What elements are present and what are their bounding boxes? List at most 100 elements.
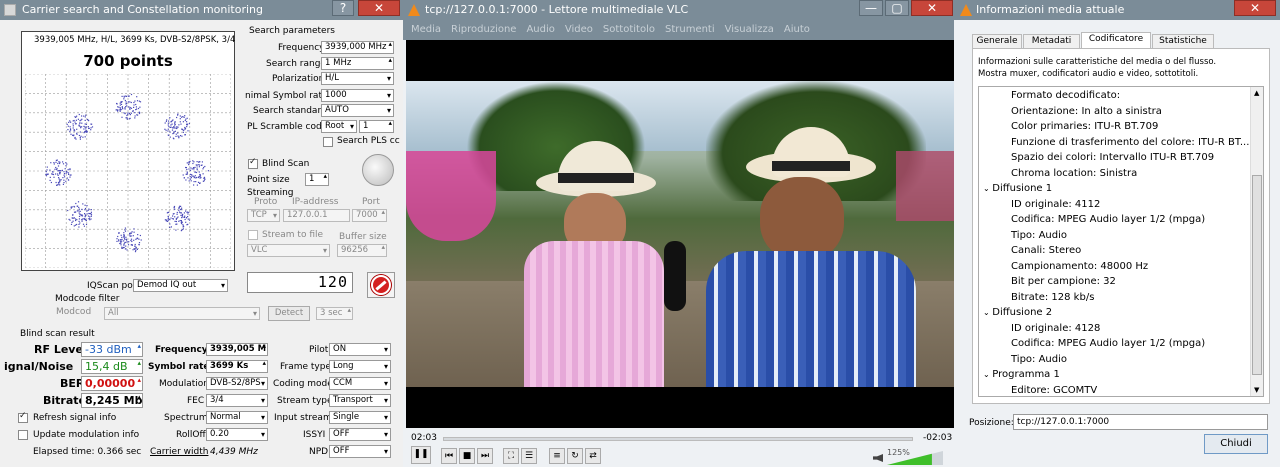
iqscan-select[interactable]: Demod IQ out — [133, 279, 228, 292]
col3-value-1[interactable]: Long — [329, 360, 391, 373]
col3-value-6[interactable]: OFF — [329, 445, 391, 458]
search-standard-select[interactable]: AUTO — [321, 104, 394, 117]
tree-item[interactable]: Bit per campione: 32 — [979, 274, 1249, 290]
chiudi-button[interactable]: Chiudi — [1204, 434, 1268, 454]
tree-item[interactable]: ID originale: 4112 — [979, 197, 1249, 213]
buffer-size-input[interactable]: 96256 — [337, 244, 387, 257]
play-pause-button[interactable]: ❚❚ — [411, 446, 431, 464]
port-input[interactable]: 7000 — [352, 209, 387, 222]
shuffle-button[interactable]: ⇄ — [585, 448, 601, 464]
menu-media[interactable]: Media — [411, 24, 441, 35]
close-button[interactable]: ✕ — [358, 0, 400, 16]
symbol-rate-select[interactable]: 1000 — [321, 89, 394, 102]
extended-settings-button[interactable]: ☰ — [521, 448, 537, 464]
tab-statistiche[interactable]: Statistiche — [1152, 34, 1214, 49]
tree-item[interactable]: Canali: Stereo — [979, 243, 1249, 259]
maximize-button[interactable]: ▢ — [885, 0, 909, 16]
carrier-width-label[interactable]: Carrier width — [150, 447, 208, 457]
col2-value-2[interactable]: DVB-S2/8PS — [206, 377, 268, 390]
speaker-icon[interactable] — [873, 454, 883, 462]
tree-item[interactable]: Funzione di trasferimento del colore: IT… — [979, 135, 1253, 151]
tree-group[interactable]: ⌄ Diffusione 2 — [979, 305, 1249, 321]
col2-value-4[interactable]: Normal — [206, 411, 268, 424]
tree-group[interactable]: ⌄ Programma 1 — [979, 367, 1249, 383]
tree-item[interactable]: ID originale: 4128 — [979, 321, 1249, 337]
tbs-titlebar[interactable]: Carrier search and Constellation monitor… — [0, 0, 403, 20]
col2-value-3[interactable]: 3/4 — [206, 394, 268, 407]
col3-value-4[interactable]: Single — [329, 411, 391, 424]
chevron-down-icon[interactable]: ⌄ — [983, 184, 992, 193]
tree-text: ID originale: 4128 — [1011, 322, 1101, 334]
menu-aiuto[interactable]: Aiuto — [784, 24, 810, 35]
tree-item[interactable]: Editore: GCOMTV — [979, 383, 1249, 397]
modcode-select[interactable]: All — [104, 307, 260, 320]
fullscreen-button[interactable]: ⛶ — [503, 448, 519, 464]
tree-item[interactable]: Campionamento: 48000 Hz — [979, 259, 1249, 275]
ip-input[interactable]: 127.0.0.1 — [283, 209, 350, 222]
menu-video[interactable]: Video — [565, 24, 593, 35]
info-close-button[interactable]: ✕ — [1234, 0, 1276, 16]
scan-logo-icon[interactable] — [362, 154, 394, 186]
help-button[interactable]: ? — [332, 0, 354, 16]
tree-item[interactable]: Codifica: MPEG Audio layer 1/2 (mpga) — [979, 212, 1249, 228]
tree-text: Diffusione 1 — [992, 183, 1053, 194]
col2-value-5[interactable]: 0.20 — [206, 428, 268, 441]
tree-item[interactable]: Spazio dei colori: Intervallo ITU-R BT.7… — [979, 150, 1249, 166]
col3-value-3[interactable]: Transport — [329, 394, 391, 407]
chevron-down-icon[interactable]: ⌄ — [983, 308, 992, 317]
polarization-select[interactable]: H/L — [321, 72, 394, 85]
search-pls-checkbox[interactable] — [323, 137, 333, 147]
stop-icon[interactable] — [367, 272, 395, 298]
update-modulation-checkbox[interactable] — [18, 430, 28, 440]
vlc-close-button[interactable]: ✕ — [911, 0, 953, 16]
menu-sottotitolo[interactable]: Sottotitolo — [603, 24, 655, 35]
minimize-button[interactable]: — — [859, 0, 883, 16]
menu-riproduzione[interactable]: Riproduzione — [451, 24, 516, 35]
refresh-signal-checkbox[interactable] — [18, 411, 28, 423]
blind-scan-checkbox[interactable] — [248, 157, 258, 169]
pl-scramble-type-select[interactable]: Root — [321, 120, 357, 133]
player-select[interactable]: VLC — [247, 244, 330, 257]
tree-item[interactable]: Tipo: Audio — [979, 352, 1249, 368]
search-range-input[interactable]: 1 MHz — [321, 57, 394, 70]
position-field[interactable]: tcp://127.0.0.1:7000 — [1013, 414, 1268, 430]
playlist-button[interactable]: ≡ — [549, 448, 565, 464]
next-button[interactable]: ⏭ — [477, 448, 493, 464]
tab-generale[interactable]: Generale — [972, 34, 1022, 49]
seek-bar[interactable] — [443, 437, 913, 441]
point-size-input[interactable]: 1 — [305, 173, 329, 186]
chevron-down-icon[interactable]: ⌄ — [983, 370, 992, 379]
stop-button[interactable]: ■ — [459, 448, 475, 464]
video-area[interactable] — [406, 40, 954, 428]
detect-button[interactable]: Detect — [268, 306, 310, 321]
info-titlebar[interactable]: Informazioni media attuale ✕ — [954, 0, 1280, 20]
codec-tree[interactable]: Formato decodificato: Orientazione: In al… — [978, 86, 1264, 397]
proto-select[interactable]: TCP — [247, 209, 280, 222]
col3-value-5[interactable]: OFF — [329, 428, 391, 441]
previous-button[interactable]: ⏮ — [441, 448, 457, 464]
pl-scramble-value-input[interactable]: 1 — [359, 120, 394, 133]
tab-metadati[interactable]: Metadati — [1023, 34, 1080, 49]
vlc-titlebar[interactable]: tcp://127.0.0.1:7000 - Lettore multimedi… — [403, 0, 954, 20]
col3-value-0[interactable]: ON — [329, 343, 391, 356]
menu-visualizza[interactable]: Visualizza — [725, 24, 774, 35]
stream-to-file-checkbox[interactable] — [248, 230, 258, 240]
scrollbar-thumb[interactable] — [1252, 175, 1262, 375]
menu-strumenti[interactable]: Strumenti — [665, 24, 715, 35]
tree-group[interactable]: ⌄ Diffusione 1 — [979, 181, 1249, 197]
tree-item[interactable]: Bitrate: 128 kb/s — [979, 290, 1249, 306]
tree-scrollbar[interactable]: ▲ ▼ — [1250, 87, 1263, 396]
col3-value-2[interactable]: CCM — [329, 377, 391, 390]
tree-item[interactable]: Codifica: MPEG Audio layer 1/2 (mpga) — [979, 336, 1249, 352]
tree-item[interactable]: Orientazione: In alto a sinistra — [979, 104, 1249, 120]
volume-slider[interactable] — [887, 451, 943, 465]
tree-item[interactable]: Chroma location: Sinistra — [979, 166, 1249, 182]
frequency-input[interactable]: 3939,000 MHz — [321, 41, 394, 54]
tree-item[interactable]: Formato decodificato: — [979, 88, 1249, 104]
tab-codificatore[interactable]: Codificatore — [1081, 32, 1151, 49]
tree-item[interactable]: Color primaries: ITU-R BT.709 — [979, 119, 1249, 135]
detect-time-input[interactable]: 3 sec — [316, 307, 353, 320]
loop-button[interactable]: ↻ — [567, 448, 583, 464]
tree-item[interactable]: Tipo: Audio — [979, 228, 1249, 244]
menu-audio[interactable]: Audio — [526, 24, 554, 35]
